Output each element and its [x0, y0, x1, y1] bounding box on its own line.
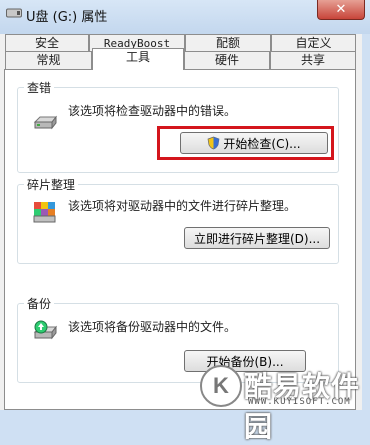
- watermark: K 酷易软件园 WWW.KUYISOFT.COM: [200, 365, 368, 443]
- tab-general[interactable]: 常规: [5, 51, 92, 69]
- defrag-group: 碎片整理 该选项将对驱动器中的文件进行碎片整理。 立即进行碎片整理(D)...: [17, 176, 339, 264]
- close-button[interactable]: ✕: [317, 0, 365, 20]
- tab-quota[interactable]: 配额: [185, 34, 271, 51]
- highlight-box: [157, 126, 334, 160]
- defrag-icon: [32, 199, 58, 225]
- usb-drive-icon: [5, 5, 23, 21]
- dialog-client-area: 安全 ReadyBoost 配额 自定义 常规 工具 硬件 共享 查错 该选项将…: [0, 34, 362, 410]
- tab-hardware[interactable]: 硬件: [184, 51, 270, 69]
- tab-security[interactable]: 安全: [5, 34, 89, 51]
- tab-tools[interactable]: 工具: [92, 48, 184, 70]
- tools-panel: 查错 该选项将检查驱动器中的错误。 开始检查(C)... 碎片整理 该选项将对驱…: [4, 69, 356, 410]
- group-title-backup: 备份: [24, 295, 55, 312]
- drive-check-icon: [32, 108, 58, 134]
- backup-description: 该选项将备份驱动器中的文件。: [68, 320, 237, 334]
- window-title: U盘 (G:) 属性: [26, 10, 108, 25]
- group-title-error-check: 查错: [24, 79, 55, 96]
- error-check-description: 该选项将检查驱动器中的错误。: [68, 104, 237, 118]
- watermark-logo: K: [200, 365, 242, 407]
- defrag-description: 该选项将对驱动器中的文件进行碎片整理。: [68, 199, 297, 213]
- defrag-now-button[interactable]: 立即进行碎片整理(D)...: [184, 227, 330, 249]
- close-icon: ✕: [335, 2, 347, 17]
- tab-sharing[interactable]: 共享: [270, 51, 356, 69]
- tab-customize[interactable]: 自定义: [271, 34, 356, 51]
- defrag-now-label: 立即进行碎片整理(D)...: [193, 231, 321, 246]
- watermark-url: WWW.KUYISOFT.COM: [248, 397, 351, 407]
- group-title-defrag: 碎片整理: [24, 176, 79, 193]
- backup-icon: [32, 318, 58, 344]
- window-titlebar: U盘 (G:) 属性 ✕: [0, 0, 370, 34]
